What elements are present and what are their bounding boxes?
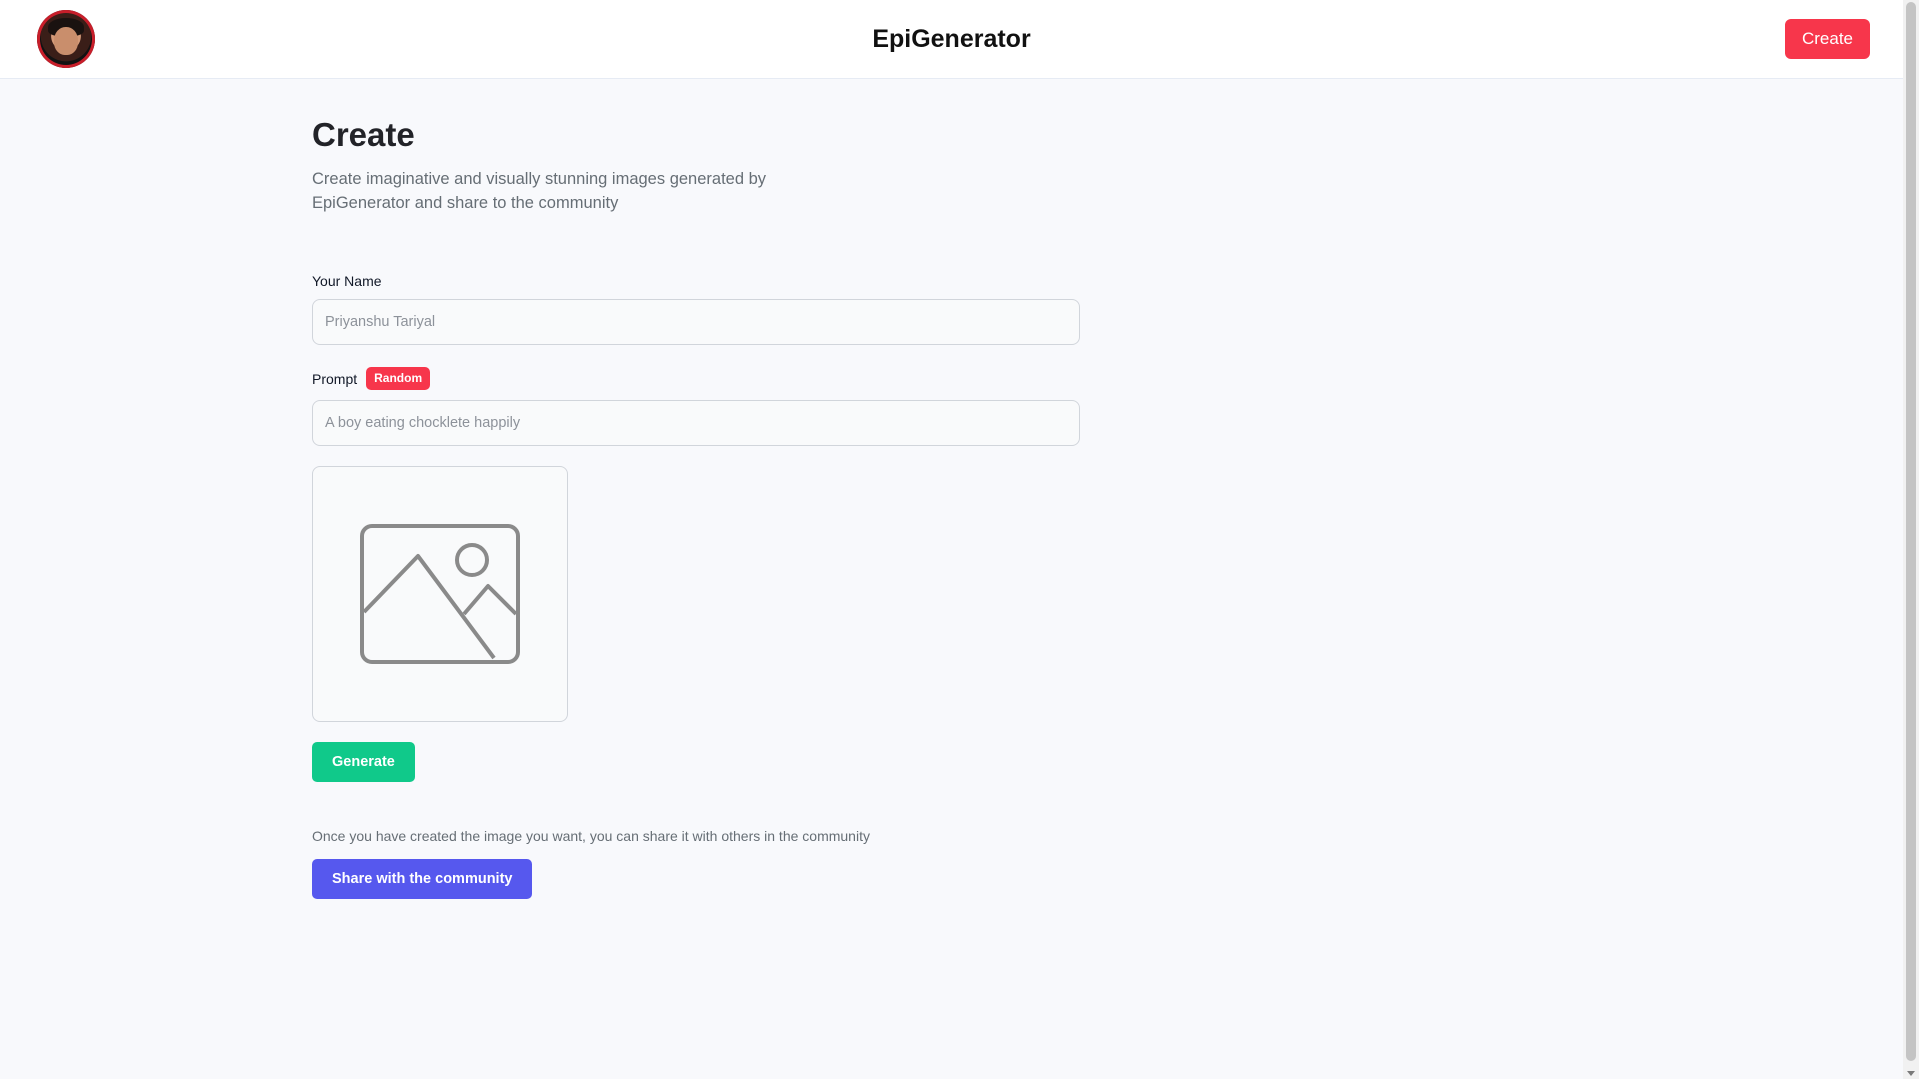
name-input[interactable] xyxy=(312,299,1080,345)
header-create-button[interactable]: Create xyxy=(1784,19,1870,59)
page-subtitle: Create imaginative and visually stunning… xyxy=(312,170,767,212)
create-page: Create Create imaginative and visually s… xyxy=(312,79,1412,899)
image-placeholder-icon xyxy=(360,524,520,664)
image-preview xyxy=(312,466,568,722)
app-title: EpiGenerator xyxy=(872,25,1031,53)
scroll-thumb[interactable] xyxy=(1906,2,1916,1061)
avatar[interactable] xyxy=(37,10,95,68)
random-prompt-button[interactable]: Random xyxy=(366,367,431,390)
generate-button[interactable]: Generate xyxy=(312,742,415,782)
avatar-face xyxy=(54,27,78,55)
app-header: EpiGenerator Create xyxy=(0,0,1903,79)
name-field-label: Your Name xyxy=(312,273,1412,289)
share-note: Once you have created the image you want… xyxy=(312,828,870,844)
name-label-text: Your Name xyxy=(312,273,382,289)
scroll-down-arrow-icon[interactable] xyxy=(1907,1071,1915,1076)
share-button[interactable]: Share with the community xyxy=(312,859,533,899)
page-title: Create xyxy=(312,116,415,153)
scrollbar[interactable] xyxy=(1903,0,1919,1079)
prompt-field-label: Prompt Random xyxy=(312,367,1412,390)
prompt-label-text: Prompt xyxy=(312,370,358,387)
prompt-input[interactable] xyxy=(312,400,1080,446)
